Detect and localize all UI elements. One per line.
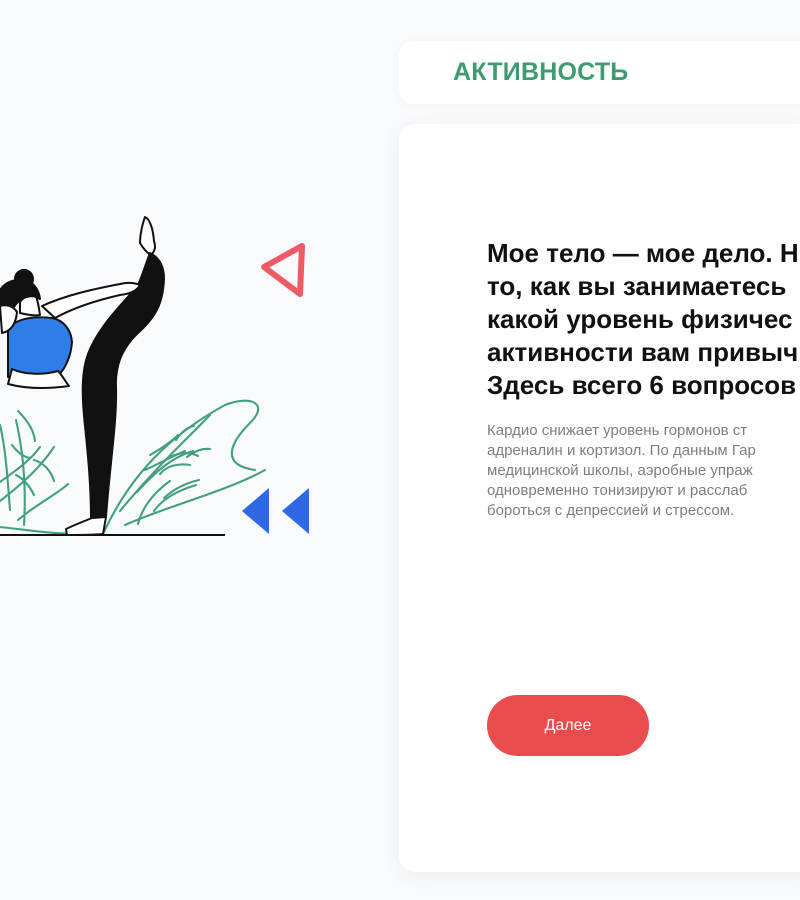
section-title: АКТИВНОСТЬ bbox=[453, 58, 629, 86]
question-title: Мое тело — мое дело. Н то, как вы занима… bbox=[487, 238, 799, 400]
survey-page: АКТИВНОСТЬ Мое тело — мое дело. Н то, ка… bbox=[0, 0, 800, 900]
next-button[interactable]: Далее bbox=[487, 695, 649, 756]
triangle-outline-decoration bbox=[261, 243, 305, 297]
triangle-filled-decoration-right bbox=[282, 488, 309, 534]
question-card: Мое тело — мое дело. Н то, как вы занима… bbox=[399, 124, 800, 872]
yoga-illustration bbox=[0, 216, 309, 536]
question-note: Кардио снижает уровень гормонов ст адрен… bbox=[487, 422, 756, 519]
triangle-filled-decoration-left bbox=[242, 488, 269, 534]
section-header: АКТИВНОСТЬ bbox=[399, 41, 800, 104]
plant-decoration bbox=[0, 399, 267, 536]
